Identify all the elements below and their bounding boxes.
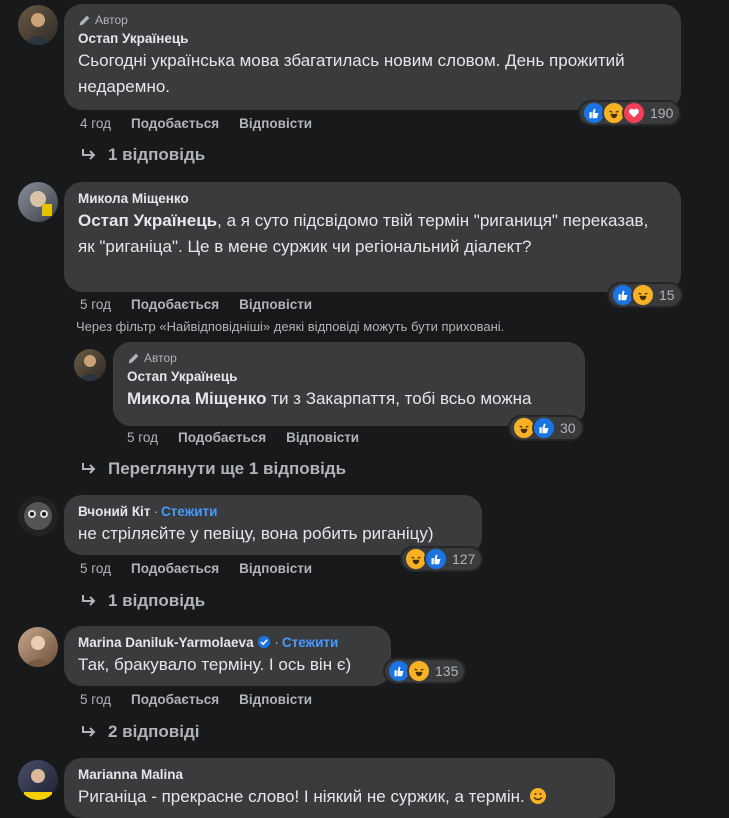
comment-time[interactable]: 5 год: [80, 561, 111, 576]
comment-text: Остап Українець, а я суто підсвідомо тві…: [78, 208, 667, 260]
reply-button[interactable]: Відповісти: [239, 561, 312, 576]
comment-author[interactable]: Микола Міщенко: [78, 190, 667, 208]
reaction-count: 135: [435, 663, 459, 679]
comment-text: Так, бракувало терміну. І ось він є): [78, 655, 352, 674]
reply-arrow-icon: [82, 726, 96, 737]
avatar[interactable]: [18, 496, 58, 536]
mention-link[interactable]: Остап Українець: [78, 211, 217, 230]
reactions[interactable]: 30: [510, 416, 582, 440]
comment-time[interactable]: 5 год: [80, 692, 111, 707]
pencil-icon: [79, 15, 90, 25]
like-button[interactable]: Подобається: [131, 297, 219, 312]
comment-bubble: Marina Daniluk-Yarmolaeva · Стежити Так, …: [64, 626, 391, 686]
comment-text: Микола Міщенко ти з Закарпаття, тобі всь…: [127, 386, 571, 412]
author-badge-label: Автор: [144, 351, 177, 365]
comment-bubble: Автор Остап Українець Сьогодні українськ…: [64, 4, 681, 110]
view-more-replies-button[interactable]: Переглянути ще 1 відповідь: [80, 459, 346, 479]
avatar[interactable]: [18, 182, 58, 222]
reactions[interactable]: 127: [402, 547, 482, 571]
reply-bubble: Автор Остап Українець Микола Міщенко ти …: [113, 342, 585, 426]
like-button[interactable]: Подобається: [131, 692, 219, 707]
haha-icon: [631, 283, 655, 307]
reaction-count: 15: [659, 287, 675, 303]
reply-button[interactable]: Відповісти: [239, 297, 312, 312]
reaction-count: 190: [650, 105, 674, 121]
comment-bubble: Вчоний Кіт · Стежити не стріляєйте у певіц…: [64, 495, 482, 555]
comment-meta: 5 год Подобається Відповісти: [80, 692, 332, 707]
comment-time[interactable]: 4 год: [80, 116, 111, 131]
like-icon: [532, 416, 556, 440]
comment-text: Сьогодні українська мова збагатилась нов…: [78, 51, 625, 96]
love-icon: [622, 101, 646, 125]
comment-meta: 5 год Подобається Відповісти: [80, 297, 332, 312]
replies-label: 1 відповідь: [108, 145, 206, 164]
smile-emoji-icon: [530, 788, 547, 804]
comment-meta: 5 год Подобається Відповісти: [127, 430, 379, 445]
comment-time[interactable]: 5 год: [80, 297, 111, 312]
separator-dot: ·: [274, 635, 279, 650]
filter-note: Через фільтр «Найвідповідніші» деякі від…: [76, 319, 505, 334]
like-button[interactable]: Подобається: [178, 430, 266, 445]
reactions[interactable]: 15: [609, 283, 681, 307]
replies-label: Переглянути ще 1 відповідь: [108, 459, 347, 478]
reaction-count: 30: [560, 420, 576, 436]
view-replies-button[interactable]: 1 відповідь: [80, 145, 205, 165]
avatar[interactable]: [18, 760, 58, 800]
comment-text: не стріляєйте у певіцу, вона робить рига…: [78, 524, 434, 543]
avatar[interactable]: [18, 5, 58, 45]
mention-link[interactable]: Микола Міщенко: [127, 389, 266, 408]
reply-arrow-icon: [82, 595, 96, 606]
author-badge-label: Автор: [95, 13, 128, 27]
verified-badge-icon: [258, 635, 271, 649]
author-badge: Автор: [78, 12, 667, 28]
pencil-icon: [128, 353, 139, 363]
reply-arrow-icon: [82, 463, 96, 474]
avatar[interactable]: [74, 349, 106, 381]
reply-button[interactable]: Відповісти: [239, 692, 312, 707]
replies-label: 1 відповідь: [108, 591, 206, 610]
reply-arrow-icon: [82, 149, 96, 160]
comment-author[interactable]: Остап Українець: [78, 30, 667, 48]
haha-icon: [407, 659, 431, 683]
separator-dot: ·: [153, 504, 158, 519]
comment-body: ти з Закарпаття, тобі всьо можна: [266, 389, 532, 408]
like-button[interactable]: Подобається: [131, 561, 219, 576]
comment-author[interactable]: Marina Daniluk-Yarmolaeva: [78, 635, 254, 650]
author-badge: Автор: [127, 350, 571, 366]
follow-button[interactable]: Стежити: [161, 504, 217, 519]
view-replies-button[interactable]: 2 відповіді: [80, 722, 199, 742]
view-replies-button[interactable]: 1 відповідь: [80, 591, 205, 611]
comment-meta: 4 год Подобається Відповісти: [80, 116, 332, 131]
comment-time[interactable]: 5 год: [127, 430, 158, 445]
reactions[interactable]: 190: [580, 101, 680, 125]
comment-bubble: Микола Міщенко Остап Українець, а я суто…: [64, 182, 681, 292]
comment-author-row: Вчоний Кіт · Стежити: [78, 503, 468, 521]
like-button[interactable]: Подобається: [131, 116, 219, 131]
comment-author-row: Marina Daniluk-Yarmolaeva · Стежити: [78, 634, 377, 652]
avatar[interactable]: [18, 627, 58, 667]
comment-text: Риганіца - прекрасне слово! І ніякий не …: [78, 784, 601, 810]
comment-author[interactable]: Остап Українець: [127, 368, 571, 386]
comment-meta: 5 год Подобається Відповісти: [80, 561, 332, 576]
follow-button[interactable]: Стежити: [282, 635, 338, 650]
reaction-count: 127: [452, 551, 476, 567]
reply-button[interactable]: Відповісти: [286, 430, 359, 445]
comment-body: Риганіца - прекрасне слово! І ніякий не …: [78, 787, 530, 806]
comment-author[interactable]: Вчоний Кіт: [78, 504, 150, 519]
comment-author[interactable]: Marianna Malina: [78, 766, 601, 784]
reply-button[interactable]: Відповісти: [239, 116, 312, 131]
reactions[interactable]: 135: [385, 659, 465, 683]
like-icon: [424, 547, 448, 571]
comment-bubble: Marianna Malina Риганіца - прекрасне сло…: [64, 758, 615, 818]
replies-label: 2 відповіді: [108, 722, 200, 741]
